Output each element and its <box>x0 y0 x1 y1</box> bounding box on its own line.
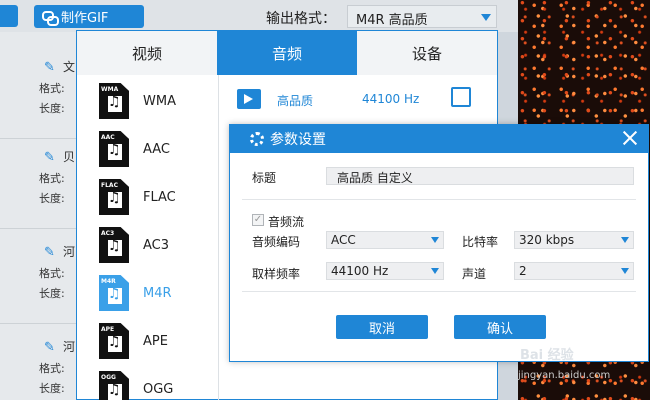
format-item-flac[interactable]: FLAC FLAC <box>77 173 219 221</box>
codec-select[interactable]: ACC <box>326 231 444 249</box>
sample-rate-value: 44100 Hz <box>331 264 389 278</box>
icon-label: WMA <box>101 86 119 93</box>
audio-file-icon: FLAC <box>99 179 129 215</box>
audio-stream-checkbox[interactable]: ✓ <box>252 214 264 226</box>
audio-file-icon: M4R <box>99 275 129 311</box>
format-name: M4R <box>143 285 172 301</box>
item-title-fragment: 贝 <box>63 150 76 164</box>
film-icon <box>237 89 261 109</box>
icon-label: APE <box>101 326 115 333</box>
preset-frequency: 44100 Hz <box>362 92 420 106</box>
audio-file-icon: AAC <box>99 131 129 167</box>
make-gif-button[interactable]: 制作GIF <box>34 5 144 28</box>
tab-audio[interactable]: 音频 <box>217 31 357 75</box>
format-name: FLAC <box>143 189 176 205</box>
gear-icon <box>250 132 264 146</box>
item-title-fragment: 河 <box>63 340 76 354</box>
icon-label: M4R <box>101 278 116 285</box>
format-label: 格式: <box>39 267 65 280</box>
format-item-aac[interactable]: AAC AAC <box>77 125 219 173</box>
list-item[interactable]: ✎ 河 格式: 长度: <box>0 334 78 400</box>
icon-label: FLAC <box>101 182 118 189</box>
channels-value: 2 <box>519 264 527 278</box>
format-label: 格式: <box>39 82 65 95</box>
pencil-icon[interactable]: ✎ <box>44 340 58 355</box>
title-field-label: 标题 <box>252 171 277 185</box>
parameter-dialog: 参数设置 标题 高品质 自定义 ✓ 音频流 音频编码 ACC 比特率 320 k… <box>229 124 649 362</box>
format-label: 格式: <box>39 362 65 375</box>
audio-file-icon: APE <box>99 323 129 359</box>
close-icon[interactable] <box>620 128 640 148</box>
file-list: ✎ 文 格式: 长度: ✎ 贝 格式: 长度: ✎ 河 格式: 长度: ✎ 河 … <box>0 32 78 400</box>
toolbar-left-button[interactable] <box>0 5 18 27</box>
divider <box>242 199 636 200</box>
title-input[interactable]: 高品质 自定义 <box>326 167 634 185</box>
item-title-fragment: 河 <box>63 245 76 259</box>
pencil-icon[interactable]: ✎ <box>44 150 58 165</box>
dialog-header: 参数设置 <box>230 125 648 153</box>
output-format-select[interactable]: M4R 高品质 <box>347 5 497 28</box>
chevron-down-icon <box>431 268 439 274</box>
format-tabs: 视频 音频 设备 <box>77 31 497 75</box>
divider <box>242 291 636 292</box>
length-label: 长度: <box>39 102 65 115</box>
codec-label: 音频编码 <box>252 235 301 249</box>
chevron-down-icon <box>621 237 629 243</box>
audio-file-icon: OGG <box>99 371 129 400</box>
list-item[interactable]: ✎ 文 格式: 长度: <box>0 54 78 139</box>
preset-row[interactable]: 高品质 44100 Hz <box>227 85 489 115</box>
tab-device[interactable]: 设备 <box>357 31 497 75</box>
tab-video[interactable]: 视频 <box>77 31 217 75</box>
format-name: OGG <box>143 381 174 397</box>
channels-select[interactable]: 2 <box>514 262 634 280</box>
format-item-ogg[interactable]: OGG OGG <box>77 365 219 400</box>
bitrate-value: 320 kbps <box>519 233 575 247</box>
dialog-title: 参数设置 <box>270 132 326 148</box>
pencil-icon[interactable]: ✎ <box>44 60 58 75</box>
chevron-down-icon <box>431 237 439 243</box>
format-name: WMA <box>143 93 176 109</box>
audio-stream-label: 音频流 <box>268 215 305 229</box>
link-icon <box>42 10 59 26</box>
format-name: AAC <box>143 141 170 157</box>
format-item-wma[interactable]: WMA WMA <box>77 77 219 125</box>
length-label: 长度: <box>39 382 65 395</box>
icon-label: AAC <box>101 134 115 141</box>
chevron-down-icon <box>481 14 491 21</box>
length-label: 长度: <box>39 287 65 300</box>
edit-icon[interactable] <box>451 87 471 107</box>
preset-quality: 高品质 <box>277 94 314 108</box>
list-item[interactable]: ✎ 河 格式: 长度: <box>0 239 78 324</box>
output-format-value: M4R 高品质 <box>356 13 428 28</box>
icon-label: AC3 <box>101 230 115 237</box>
length-label: 长度: <box>39 192 65 205</box>
confirm-button[interactable]: 确认 <box>454 315 546 339</box>
format-name: APE <box>143 333 168 349</box>
watermark-logo: Bai 经验 <box>520 348 574 363</box>
format-item-m4r[interactable]: M4R M4R <box>77 269 219 317</box>
icon-label: OGG <box>101 374 116 381</box>
top-toolbar: 制作GIF 输出格式： M4R 高品质 <box>0 0 518 32</box>
item-title-fragment: 文 <box>63 60 76 74</box>
output-format-label: 输出格式： <box>266 11 336 27</box>
sample-rate-select[interactable]: 44100 Hz <box>326 262 444 280</box>
format-list: WMA WMA AAC AAC FLAC FLAC AC3 AC3 M4R M4… <box>77 75 219 400</box>
sample-rate-label: 取样频率 <box>252 267 301 281</box>
channels-label: 声道 <box>462 267 487 281</box>
list-item[interactable]: ✎ 贝 格式: 长度: <box>0 144 78 229</box>
bitrate-label: 比特率 <box>462 235 499 249</box>
cancel-button[interactable]: 取消 <box>336 315 428 339</box>
make-gif-label: 制作GIF <box>61 11 109 26</box>
format-item-ac3[interactable]: AC3 AC3 <box>77 221 219 269</box>
bitrate-select[interactable]: 320 kbps <box>514 231 634 249</box>
audio-file-icon: AC3 <box>99 227 129 263</box>
codec-value: ACC <box>331 233 356 247</box>
format-item-ape[interactable]: APE APE <box>77 317 219 365</box>
format-label: 格式: <box>39 172 65 185</box>
audio-file-icon: WMA <box>99 83 129 119</box>
pencil-icon[interactable]: ✎ <box>44 245 58 260</box>
format-name: AC3 <box>143 237 170 253</box>
chevron-down-icon <box>621 268 629 274</box>
watermark-url: jingyan.baidu.com <box>518 370 611 381</box>
